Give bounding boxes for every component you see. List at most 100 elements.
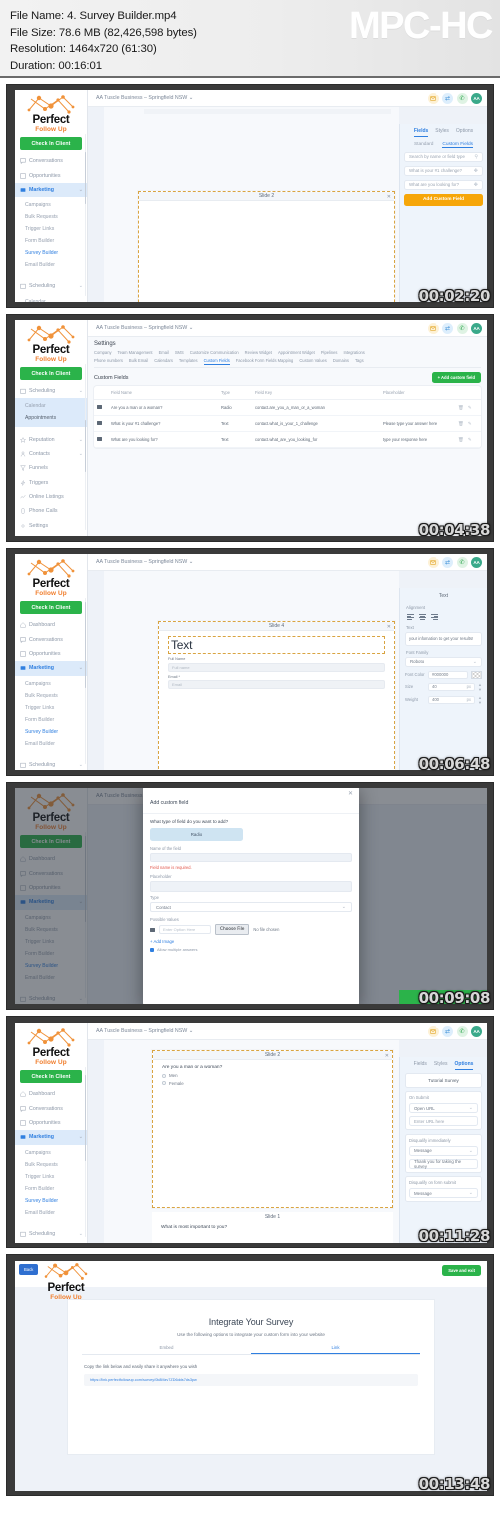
tab-customize-communication[interactable]: Customize Communication [190, 350, 239, 355]
tab-bulk-email[interactable]: Bulk Email [129, 358, 148, 365]
tab-custom-values[interactable]: Custom Values [299, 358, 326, 365]
table-row[interactable]: What are you looking for? Text contact.w… [94, 431, 481, 448]
size-input[interactable]: 40 px [428, 682, 476, 691]
sidebar-scrollbar-thumb[interactable] [84, 602, 86, 688]
phone-icon[interactable]: ✆ [456, 92, 468, 104]
video-thumbnail-2[interactable]: Perfect Follow Up Check In Client Schedu… [6, 314, 494, 542]
submenu-item-trigger-links[interactable]: Trigger Links [15, 702, 87, 714]
submenu-item-form-builder[interactable]: Form Builder [15, 235, 87, 247]
check-in-client-button[interactable]: Check In Client [20, 1070, 82, 1083]
tab-pipelines[interactable]: Pipelines [321, 350, 338, 355]
align-left-icon[interactable] [407, 614, 414, 620]
submenu-item-email-builder[interactable]: Email Builder [15, 1207, 87, 1219]
submenu-item-form-builder[interactable]: Form Builder [15, 714, 87, 726]
survey-link-field[interactable]: https://link.perfectfollowup.com/survey/… [84, 1374, 418, 1386]
phone-icon[interactable]: ✆ [456, 1025, 468, 1037]
pencil-icon[interactable]: ✎ [468, 405, 472, 410]
close-icon[interactable]: ✕ [387, 194, 391, 200]
pencil-icon[interactable]: ✎ [468, 437, 472, 442]
sidebar-item-dashboard[interactable]: Dashboard [15, 1087, 87, 1101]
search-icon[interactable]: ⚲ [474, 154, 478, 160]
close-icon[interactable]: ✕ [385, 1053, 389, 1059]
sidebar-item-triggers[interactable]: Triggers [15, 476, 87, 490]
sidebar-item-opportunities[interactable]: Opportunities [15, 1116, 87, 1130]
video-thumbnail-4[interactable]: Perfect Follow Up Check In Client Dashbo… [6, 782, 494, 1010]
transfer-icon[interactable]: ⇄ [442, 92, 453, 104]
submenu-item-bulk-requests[interactable]: Bulk Requests [15, 1159, 87, 1171]
sidebar-item-marketing[interactable]: Marketing ⌄ [15, 1130, 87, 1145]
full-name-input[interactable]: Full name [168, 662, 385, 672]
avatar[interactable]: AA [471, 92, 482, 104]
submenu-item-trigger-links[interactable]: Trigger Links [15, 223, 87, 235]
submenu-item-survey-builder[interactable]: Survey Builder [15, 1195, 87, 1207]
field-type-radio-option[interactable]: Radio [150, 828, 243, 841]
field-search-input[interactable]: Search by name or field type ⚲ [404, 151, 483, 162]
drag-handle-icon[interactable] [150, 927, 155, 932]
tab-tags[interactable]: Tags [355, 358, 364, 365]
submenu-item-bulk-requests[interactable]: Bulk Requests [15, 211, 87, 223]
sidebar-item-contacts[interactable]: Contacts ⌄ [15, 447, 87, 461]
avatar[interactable]: AA [471, 556, 482, 568]
sidebar-scrollbar-thumb[interactable] [84, 1075, 86, 1161]
custom-field-item[interactable]: What is your #1 challenge? ✥ [404, 165, 483, 176]
submenu-item-calendar[interactable]: Calendar [15, 400, 87, 412]
tab-company[interactable]: Company [94, 350, 112, 355]
url-input[interactable]: Enter URL here [409, 1116, 478, 1126]
placeholder-input[interactable] [150, 881, 352, 892]
tab-sms[interactable]: SMS [175, 350, 184, 355]
email-input[interactable]: Email [168, 680, 385, 689]
subtab-standard[interactable]: Standard [414, 142, 433, 148]
sidebar-item-dashboard[interactable]: Dashboard [15, 618, 87, 632]
tab-integrations[interactable]: Integrations [343, 350, 364, 355]
trash-icon[interactable]: 🗑 [458, 437, 464, 442]
slide-heading-text[interactable]: Text [168, 636, 385, 654]
location-selector[interactable]: AA Tuscle Business – Springfield NSW ⌄ [96, 325, 193, 331]
close-icon[interactable]: ✕ [348, 790, 353, 797]
submenu-item-campaigns[interactable]: Campaigns [15, 199, 87, 211]
sidebar-item-online-listings[interactable]: Online Listings [15, 490, 87, 504]
option-value-input[interactable]: Enter Option Here [159, 925, 211, 934]
add-custom-field-button[interactable]: Add Custom Field [404, 193, 483, 206]
submenu-item-form-builder[interactable]: Form Builder [15, 1183, 87, 1195]
slide-card[interactable]: Slide 2 ✕ Are you a man or a woman? Men … [152, 1050, 393, 1208]
tab-review-widget[interactable]: Review Widget [245, 350, 272, 355]
back-button[interactable]: Back [19, 1264, 39, 1275]
sidebar-item-conversations[interactable]: Conversations [15, 154, 87, 168]
tab-styles[interactable]: Styles [435, 128, 449, 137]
survey-name-input[interactable]: Tutorial Survey [405, 1072, 482, 1088]
submenu-item-appointments[interactable]: Appointments [15, 412, 87, 424]
align-right-icon[interactable] [431, 614, 438, 620]
add-image-button[interactable]: + Add Image [150, 939, 352, 944]
drag-handle-icon[interactable]: ✥ [474, 168, 478, 174]
tab-options[interactable]: Options [454, 1061, 474, 1070]
tab-appointment-widget[interactable]: Appointment Widget [278, 350, 315, 355]
sidebar-item-scheduling[interactable]: Scheduling ⌄ [15, 384, 87, 398]
drag-handle-icon[interactable] [94, 415, 108, 432]
slide-card[interactable]: Slide 2 ✕ [138, 191, 395, 302]
tab-link[interactable]: Link [251, 1345, 420, 1354]
location-selector[interactable]: AA Tuscle Business – Springfield NSW ⌄ [96, 559, 193, 565]
trash-icon[interactable]: 🗑 [458, 405, 464, 410]
checkbox-icon[interactable] [150, 947, 154, 952]
submenu-item-survey-builder[interactable]: Survey Builder [15, 726, 87, 738]
font-family-select[interactable]: Roboto ⌄ [405, 656, 482, 667]
size-stepper[interactable]: ▲ ▼ [478, 682, 482, 692]
drag-handle-icon[interactable]: ✥ [474, 182, 478, 188]
custom-field-item[interactable]: What are you looking for? ✥ [404, 179, 483, 190]
field-name-input[interactable] [150, 853, 352, 862]
submenu-item-trigger-links[interactable]: Trigger Links [15, 1171, 87, 1183]
sidebar-item-funnels[interactable]: Funnels [15, 461, 87, 475]
drag-handle-icon[interactable] [94, 431, 108, 448]
slide-card-2[interactable]: Slide 1 What is most important to you? [152, 1212, 393, 1243]
tab-embed[interactable]: Embed [82, 1345, 251, 1354]
transfer-icon[interactable]: ⇄ [442, 1025, 453, 1037]
phone-icon[interactable]: ✆ [456, 322, 468, 334]
disqualify-immediate-select[interactable]: Message ⌄ [409, 1145, 478, 1156]
avatar[interactable]: AA [471, 1025, 482, 1037]
type-select[interactable]: Contact ⌄ [150, 902, 352, 912]
submenu-item-email-builder[interactable]: Email Builder [15, 259, 87, 271]
transfer-icon[interactable]: ⇄ [442, 322, 453, 334]
drag-handle-icon[interactable] [94, 399, 108, 416]
table-row[interactable]: Are you a man or a woman? Radio contact.… [94, 399, 481, 416]
disqualify-on-submit-select[interactable]: Message ⌄ [409, 1188, 478, 1198]
